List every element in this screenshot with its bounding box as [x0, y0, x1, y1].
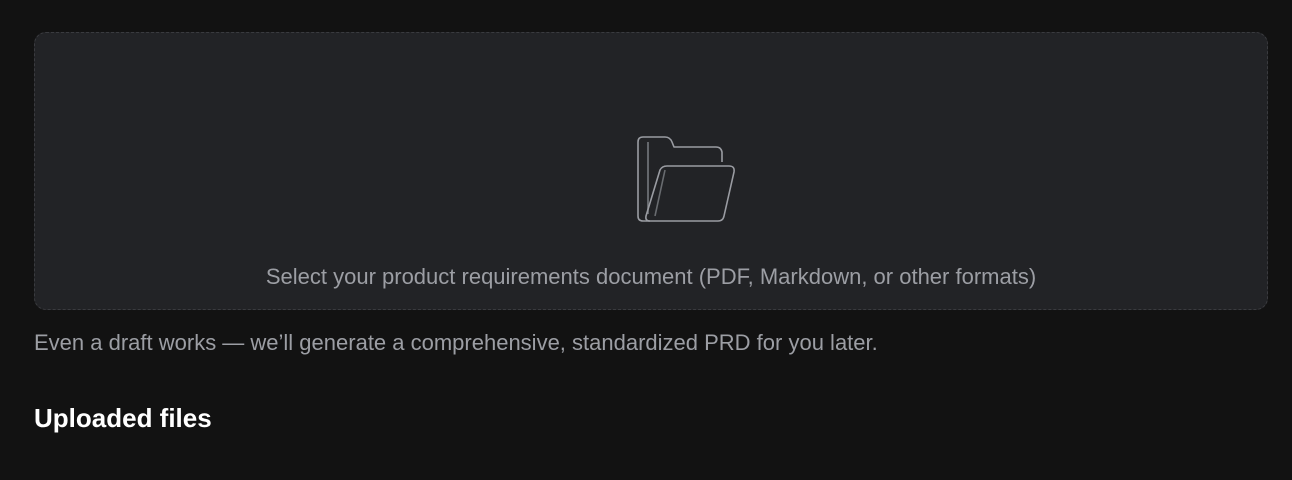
upload-helper-text: Even a draft works — we’ll generate a co… [34, 330, 878, 355]
file-dropzone[interactable]: Select your product requirements documen… [34, 32, 1268, 310]
dropzone-prompt: Select your product requirements documen… [265, 264, 1037, 289]
folder-icon [637, 136, 735, 222]
uploaded-files-heading: Uploaded files [34, 403, 212, 433]
